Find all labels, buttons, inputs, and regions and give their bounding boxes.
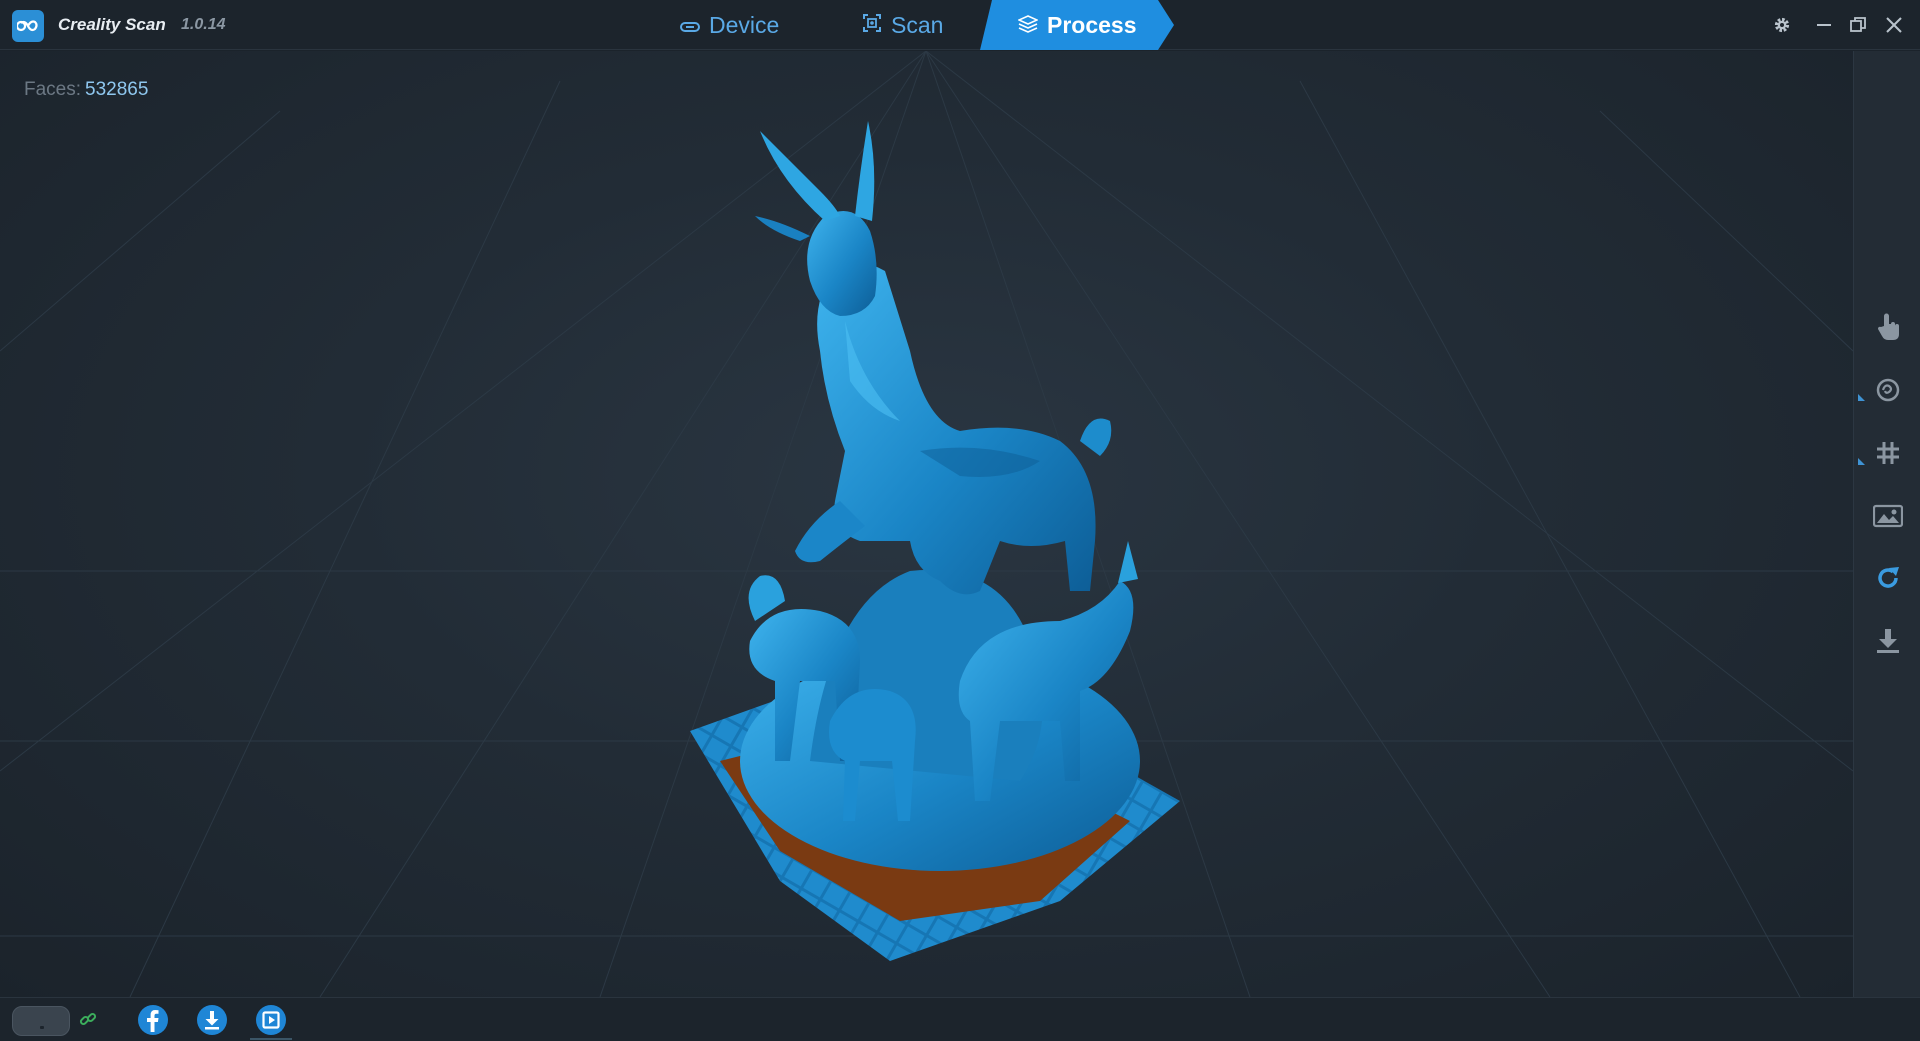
tab-scan-label: Scan: [891, 11, 944, 38]
gear-icon: [1774, 17, 1790, 33]
grid-submenu-indicator: [1858, 458, 1865, 465]
download-icon: [197, 1005, 227, 1035]
app-version: 1.0.14: [181, 16, 226, 33]
scanned-model[interactable]: [660, 121, 1220, 981]
download-button[interactable]: [195, 1003, 229, 1037]
link-icon: [79, 1012, 97, 1026]
video-button[interactable]: [254, 1003, 288, 1037]
restore-icon: [1850, 17, 1866, 32]
app-name: Creality Scan: [58, 15, 166, 34]
video-icon: [256, 1005, 286, 1035]
texture-button[interactable]: [1870, 498, 1906, 534]
texture-image-icon: [1873, 504, 1903, 528]
rotate-icon: [1878, 567, 1899, 588]
tab-process-label: Process: [1047, 11, 1137, 38]
tab-scan[interactable]: Scan: [862, 0, 943, 50]
facebook-icon: [138, 1005, 168, 1035]
tab-device[interactable]: Device: [680, 0, 779, 50]
scan-icon: [862, 12, 882, 39]
title-bar: Creality Scan 1.0.14 Device Scan Process: [0, 0, 1920, 50]
export-icon: [1877, 629, 1899, 653]
hand-select-button[interactable]: [1870, 309, 1906, 345]
faces-count: Faces: 532865: [24, 79, 148, 101]
export-button[interactable]: [1870, 623, 1906, 659]
close-button[interactable]: [1882, 13, 1906, 37]
smooth-submenu-indicator: [1858, 394, 1865, 401]
smooth-button[interactable]: [1870, 372, 1906, 408]
3d-viewport[interactable]: Faces: 532865: [0, 51, 1853, 997]
bottom-bar: [0, 997, 1920, 1041]
faces-label: Faces:: [24, 79, 82, 100]
settings-button[interactable]: [1770, 13, 1794, 37]
hand-select-icon: [1877, 313, 1899, 340]
device-icon: [680, 12, 700, 39]
minimize-icon: [1817, 24, 1831, 26]
restore-button[interactable]: [1846, 13, 1870, 37]
device-connection-icon[interactable]: [12, 1006, 70, 1036]
smooth-icon: [1876, 378, 1900, 402]
facebook-button[interactable]: [136, 1003, 170, 1037]
right-toolbar: [1853, 51, 1920, 997]
goat-sculpture-mesh: [690, 121, 1180, 961]
layers-icon: [1017, 12, 1039, 39]
tab-device-label: Device: [709, 11, 780, 38]
grid-button[interactable]: [1870, 435, 1906, 471]
close-icon: [1886, 17, 1902, 33]
link-button[interactable]: [76, 1007, 100, 1031]
minimize-button[interactable]: [1812, 13, 1836, 37]
app-logo-icon: [12, 10, 44, 42]
rotate-button[interactable]: [1870, 560, 1906, 596]
active-indicator: [250, 1038, 292, 1040]
grid-icon: [1877, 442, 1899, 464]
faces-value: 532865: [85, 79, 149, 100]
tab-process[interactable]: Process: [980, 0, 1174, 50]
